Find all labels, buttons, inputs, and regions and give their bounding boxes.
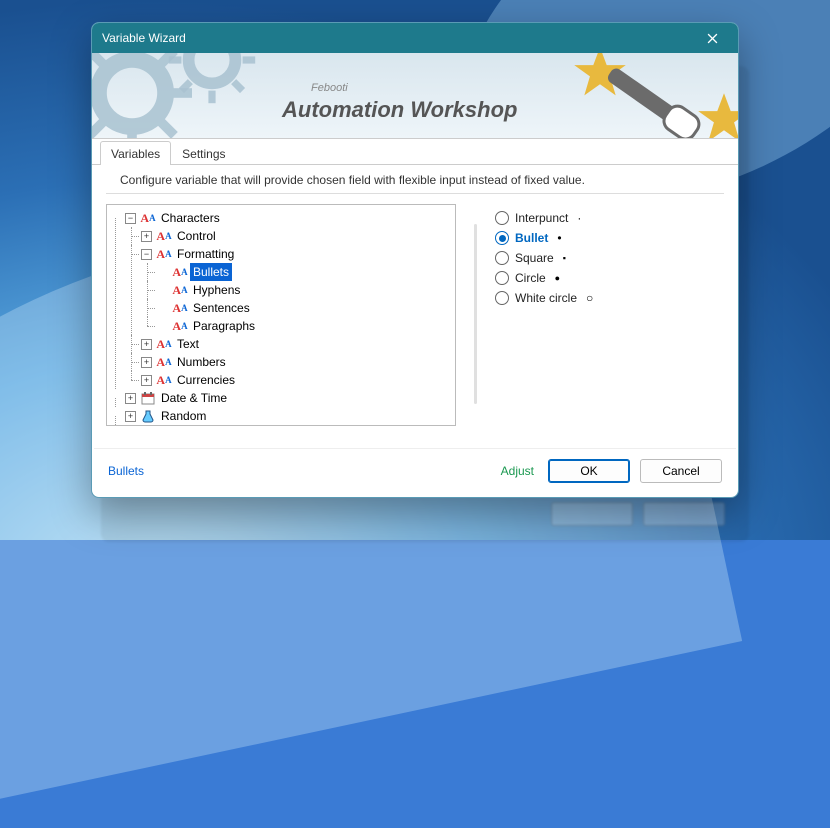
tab-strip: Variables Settings: [92, 139, 738, 165]
radio-white-circle[interactable]: White circle ○: [495, 288, 593, 308]
characters-icon: AA: [172, 318, 188, 334]
radio-icon: [495, 291, 509, 305]
window-title: Variable Wizard: [102, 31, 696, 45]
footer: Bullets Adjust OK Cancel: [94, 448, 736, 497]
tree-node-hyphens[interactable]: · AA Hyphens: [157, 281, 453, 299]
radio-label: Bullet: [515, 231, 548, 245]
radio-group-bullets: Interpunct · Bullet • Square ▪ Circle ● …: [495, 204, 593, 444]
tree-node-formatting[interactable]: − AA Formatting: [141, 245, 453, 263]
tab-settings[interactable]: Settings: [171, 141, 236, 165]
close-icon: [707, 33, 718, 44]
expand-icon[interactable]: +: [125, 393, 136, 404]
expand-icon[interactable]: +: [141, 375, 152, 386]
tree-node-control[interactable]: + AA Control: [141, 227, 453, 245]
radio-circle[interactable]: Circle ●: [495, 268, 593, 288]
tree-label: Random: [158, 407, 209, 425]
radio-square[interactable]: Square ▪: [495, 248, 593, 268]
radio-label: Square: [515, 251, 554, 265]
radio-label: Interpunct: [515, 211, 568, 225]
calendar-icon: [140, 390, 156, 406]
tree-label: Text: [174, 335, 202, 353]
tree-node-characters[interactable]: − AA Characters: [125, 209, 453, 227]
close-button[interactable]: [696, 23, 728, 53]
radio-interpunct[interactable]: Interpunct ·: [495, 208, 593, 228]
radio-icon: [495, 271, 509, 285]
radio-bullet[interactable]: Bullet •: [495, 228, 593, 248]
characters-icon: AA: [156, 336, 172, 352]
sample-glyph: ·: [577, 211, 581, 225]
characters-icon: AA: [172, 282, 188, 298]
radio-label: White circle: [515, 291, 577, 305]
tree-node-numbers[interactable]: + AA Numbers: [141, 353, 453, 371]
sample-glyph: ●: [555, 273, 560, 283]
characters-icon: AA: [172, 264, 188, 280]
radio-label: Circle: [515, 271, 546, 285]
tree-label: Paragraphs: [190, 317, 258, 335]
variable-wizard-dialog: Variable Wizard Febooti Automation Works…: [91, 22, 739, 498]
tree-node-text[interactable]: + AA Text: [141, 335, 453, 353]
sample-glyph: ○: [586, 291, 593, 305]
ok-button[interactable]: OK: [548, 459, 630, 483]
flask-icon: [140, 408, 156, 424]
characters-icon: AA: [156, 228, 172, 244]
variable-tree[interactable]: − AA Characters + AA Control − AA: [106, 204, 456, 426]
breadcrumb[interactable]: Bullets: [108, 464, 487, 478]
tree-label: Bullets: [190, 263, 232, 281]
characters-icon: AA: [156, 354, 172, 370]
brand-name: Febooti: [311, 82, 348, 94]
cancel-button[interactable]: Cancel: [640, 459, 722, 483]
content-area: − AA Characters + AA Control − AA: [92, 194, 738, 448]
tree-node-currencies[interactable]: + AA Currencies: [141, 371, 453, 389]
tree-node-bullets[interactable]: · AA Bullets: [157, 263, 453, 281]
tree-label: Hyphens: [190, 281, 243, 299]
sample-glyph: •: [557, 231, 561, 245]
tree-node-paragraphs[interactable]: · AA Paragraphs: [157, 317, 453, 335]
radio-icon: [495, 231, 509, 245]
collapse-icon[interactable]: −: [141, 249, 152, 260]
expand-icon[interactable]: +: [141, 339, 152, 350]
radio-icon: [495, 211, 509, 225]
tree-label: Date & Time: [158, 389, 230, 407]
characters-icon: AA: [156, 246, 172, 262]
tree-label: Sentences: [190, 299, 253, 317]
tree-label: Numbers: [174, 353, 229, 371]
splitter[interactable]: [474, 224, 477, 404]
sample-glyph: ▪: [563, 253, 566, 263]
tree-node-sentences[interactable]: · AA Sentences: [157, 299, 453, 317]
tree-label: Characters: [158, 209, 223, 227]
collapse-icon[interactable]: −: [125, 213, 136, 224]
characters-icon: AA: [140, 210, 156, 226]
tree-label: Control: [174, 227, 219, 245]
characters-icon: AA: [172, 300, 188, 316]
tree-label: Currencies: [174, 371, 238, 389]
expand-icon[interactable]: +: [141, 231, 152, 242]
wand-icon: [590, 58, 710, 139]
tab-variables[interactable]: Variables: [100, 141, 171, 165]
banner: Febooti Automation Workshop: [92, 53, 738, 139]
tree-label: Formatting: [174, 245, 237, 263]
tree-node-random[interactable]: + Random: [125, 407, 453, 425]
instruction-text: Configure variable that will provide cho…: [106, 165, 724, 194]
expand-icon[interactable]: +: [125, 411, 136, 422]
adjust-link[interactable]: Adjust: [497, 464, 538, 478]
product-name: Automation Workshop: [282, 97, 517, 123]
characters-icon: AA: [156, 372, 172, 388]
titlebar: Variable Wizard: [92, 23, 738, 53]
expand-icon[interactable]: +: [141, 357, 152, 368]
radio-icon: [495, 251, 509, 265]
gear-icon: [167, 53, 257, 108]
tree-node-datetime[interactable]: + Date & Time: [125, 389, 453, 407]
